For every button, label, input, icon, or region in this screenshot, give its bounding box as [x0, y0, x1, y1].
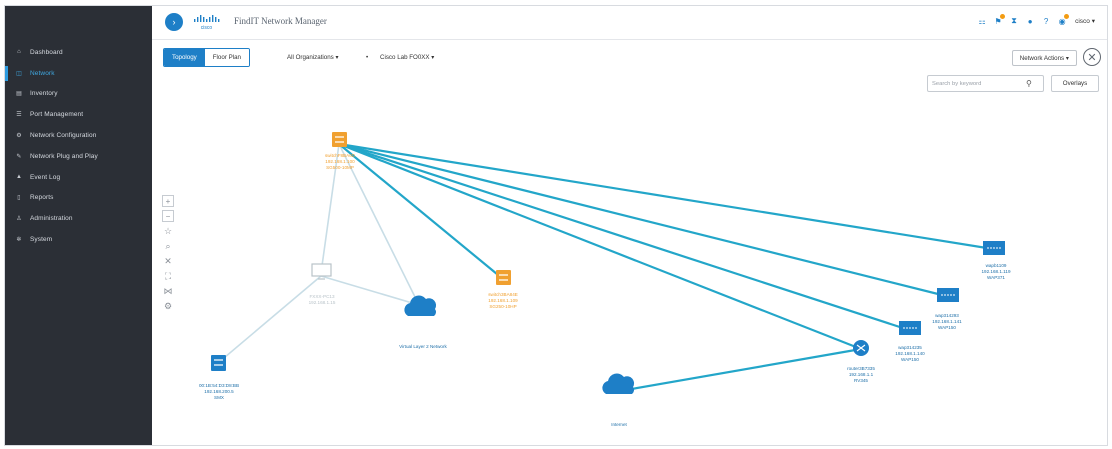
node-core-switch[interactable]: switchF8BA6D 192.168.1.100 SG500-10MP: [325, 132, 356, 170]
svg-text:switchF8BA6D: switchF8BA6D: [325, 153, 356, 158]
topology-canvas: switchF8BA6D 192.168.1.100 SG500-10MP sw…: [199, 132, 1011, 427]
link-router-internet: [619, 347, 862, 393]
link-pc-cloud: [320, 275, 420, 306]
svg-text:192.168.1.109: 192.168.1.109: [488, 298, 518, 303]
node-mid-switch[interactable]: switch3BA84E 192.168.1.109 SG250-10HP: [488, 270, 518, 309]
node-router[interactable]: router3B7335 192.168.1.1 RV345: [847, 340, 875, 383]
svg-text:router3B7335: router3B7335: [847, 366, 875, 371]
svg-text:FXXX-PC13: FXXX-PC13: [309, 294, 334, 299]
svg-text:192.168.1.1: 192.168.1.1: [849, 372, 874, 377]
svg-text:wap314235: wap314235: [898, 345, 922, 350]
node-internet-cloud[interactable]: Internet: [602, 373, 635, 427]
node-ap1[interactable]: wapb1109 192.168.1.119 WAP371: [981, 241, 1011, 280]
svg-text:192.168.1.15: 192.168.1.15: [309, 300, 336, 305]
app-window: ⌂ Dashboard ◫ Network ▤ Inventory ☰ Port…: [4, 5, 1108, 446]
svg-text:wapb1109: wapb1109: [986, 263, 1007, 268]
svg-text:SG250-10HP: SG250-10HP: [489, 304, 516, 309]
svg-text:switch3BA84E: switch3BA84E: [488, 292, 518, 297]
svg-text:192.168.1.119: 192.168.1.119: [981, 269, 1010, 274]
node-pc[interactable]: FXXX-PC13 192.168.1.15: [309, 263, 336, 305]
svg-text:WAP150: WAP150: [938, 325, 956, 330]
node-ap3[interactable]: wap314235 192.168.1.140 WAP150: [895, 321, 925, 362]
svg-text:192.168.1.140: 192.168.1.140: [895, 351, 925, 356]
svg-text:WAP371: WAP371: [987, 275, 1005, 280]
topology-links: [217, 142, 994, 393]
svg-text:SMX: SMX: [214, 395, 224, 400]
svg-text:192.168.200.5: 192.168.200.5: [204, 389, 234, 394]
node-virtual-l2-cloud[interactable]: Virtual Layer 2 Network: [399, 295, 448, 349]
link-core-ap1: [338, 142, 994, 251]
svg-text:192.168.1.141: 192.168.1.141: [932, 319, 962, 324]
svg-text:wap314293: wap314293: [935, 313, 959, 318]
svg-text:Internet: Internet: [611, 422, 627, 427]
link-core-router: [338, 142, 862, 351]
svg-text:Virtual Layer 2 Network: Virtual Layer 2 Network: [399, 344, 447, 349]
svg-text:192.168.1.100: 192.168.1.100: [325, 159, 355, 164]
link-left-switch-pc: [217, 275, 322, 364]
svg-text:RV345: RV345: [854, 378, 868, 383]
svg-text:00:1B:54:D3:D8:BB: 00:1B:54:D3:D8:BB: [199, 383, 239, 388]
node-left-switch[interactable]: 00:1B:54:D3:D8:BB 192.168.200.5 SMX: [199, 355, 239, 400]
svg-text:SG500-10MP: SG500-10MP: [326, 165, 354, 170]
svg-text:WAP150: WAP150: [901, 357, 919, 362]
